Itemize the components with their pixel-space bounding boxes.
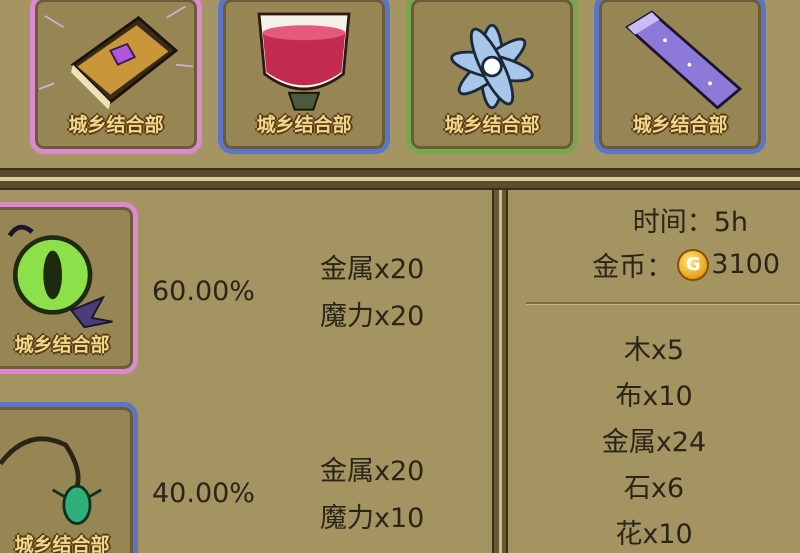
recipe-row[interactable]: 城乡结合部 40.00% 金属x20 魔力x10 [0,390,492,553]
output-item: 布x10 [615,381,693,412]
time-label: 时间： [632,207,714,238]
slot-label: 城乡结合部 [632,114,728,136]
output-item: 木x5 [623,335,685,366]
gold-coin-icon: G [677,248,710,281]
gold-value: 3100 [711,249,780,280]
gold-label: 金币： [592,252,674,283]
item-slot-strip: 城乡结合部 城乡结合部 城乡结合部 城乡结合部 [0,0,800,168]
recipe-list: 城乡结合部 60.00% 金属x20 魔力x20 城乡结合部 40.00% 金属… [0,190,492,553]
craft-info-panel: 时间：5h 金币： G 3100 木x5 布x10 金属x24 石x6 花x10 [508,190,800,553]
slot-label: 城乡结合部 [14,534,110,553]
requirement-item: 金属x20 [320,254,425,285]
recipe-item-slot[interactable]: 城乡结合部 [0,202,138,374]
material-output-list: 木x5 布x10 金属x24 石x6 花x10 [508,328,800,553]
success-rate: 40.00% [152,478,255,509]
info-separator [526,302,800,305]
output-item: 金属x24 [601,427,707,458]
requirement-item: 魔力x20 [320,301,425,332]
vertical-divider [492,190,508,553]
item-slot-spell-book[interactable]: 城乡结合部 [30,0,202,154]
requirement-item: 魔力x10 [320,503,425,534]
slot-label: 城乡结合部 [14,334,110,356]
recipe-item-slot[interactable]: 城乡结合部 [0,402,138,553]
recipe-row[interactable]: 城乡结合部 60.00% 金属x20 魔力x20 [0,190,492,374]
item-slot-red-chalice[interactable]: 城乡结合部 [218,0,390,154]
craft-time: 时间：5h [633,200,748,239]
time-value: 5h [713,207,748,238]
gold-cost: 金币： G 3100 [592,245,780,284]
slot-label: 城乡结合部 [256,114,352,136]
success-rate: 60.00% [152,276,255,307]
requirement-item: 金属x20 [320,456,425,487]
requirement-list: 金属x20 魔力x20 [320,246,424,340]
output-item: 花x10 [615,519,693,550]
slot-label: 城乡结合部 [68,114,164,136]
output-item: 石x6 [623,473,685,504]
slot-label: 城乡结合部 [444,114,540,136]
horizontal-divider [0,168,800,190]
requirement-list: 金属x20 魔力x10 [320,448,424,542]
item-slot-blue-flower[interactable]: 城乡结合部 [406,0,578,154]
item-slot-crystal-bar[interactable]: 城乡结合部 [594,0,766,154]
